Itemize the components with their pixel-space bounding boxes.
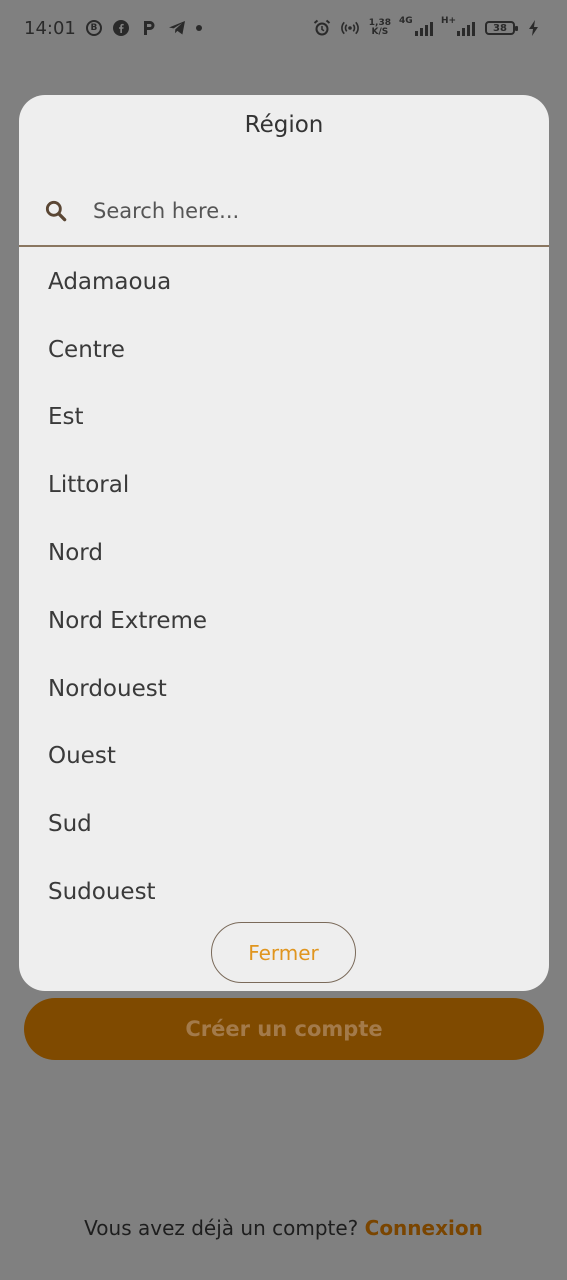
region-item-nordouest[interactable]: Nordouest <box>19 655 549 723</box>
facebook-icon <box>112 19 130 37</box>
search-icon <box>45 200 67 222</box>
hotspot-icon <box>340 19 359 37</box>
region-item-littoral[interactable]: Littoral <box>19 451 549 519</box>
signal-4g-label: 4G <box>399 16 413 26</box>
region-item-sudouest[interactable]: Sudouest <box>19 858 549 926</box>
network-speed-unit: K/S <box>371 27 389 37</box>
dialog-title: Région <box>244 112 324 138</box>
region-item-adamaoua[interactable]: Adamaoua <box>19 248 549 316</box>
status-bar: 14:01 B 1,38 K/S 4G H+ 38 <box>0 0 567 56</box>
region-item-nord-extreme[interactable]: Nord Extreme <box>19 587 549 655</box>
search-bar <box>19 177 549 247</box>
region-item-nord[interactable]: Nord <box>19 519 549 587</box>
status-right: 1,38 K/S 4G H+ 38 <box>313 16 543 37</box>
status-time: 14:01 <box>24 17 76 39</box>
region-list: Adamaoua Centre Est Littoral Nord Nord E… <box>19 248 549 926</box>
region-item-sud[interactable]: Sud <box>19 790 549 858</box>
signal-4g-icon: 4G <box>399 16 433 36</box>
alarm-icon <box>313 19 331 37</box>
battery-icon: 38 <box>485 21 518 35</box>
p-icon <box>140 19 158 37</box>
charging-icon <box>525 19 543 37</box>
login-link[interactable]: Connexion <box>365 1216 483 1240</box>
close-button[interactable]: Fermer <box>211 922 356 983</box>
region-picker-dialog: Région Adamaoua Centre Est Littoral Nord… <box>19 95 549 991</box>
region-item-centre[interactable]: Centre <box>19 316 549 384</box>
network-speed: 1,38 K/S <box>369 19 391 37</box>
signal-hplus-label: H+ <box>441 16 457 26</box>
login-prompt-row: Vous avez déjà un compte? Connexion <box>0 1216 567 1240</box>
search-input[interactable] <box>91 198 515 224</box>
status-left: 14:01 B <box>24 18 202 39</box>
dot-icon <box>195 25 202 31</box>
signal-hplus-icon: H+ <box>441 16 475 36</box>
b-circle-icon: B <box>85 20 102 36</box>
login-prompt-text: Vous avez déjà un compte? <box>84 1216 359 1240</box>
create-account-button[interactable]: Créer un compte <box>24 998 544 1060</box>
region-item-ouest[interactable]: Ouest <box>19 723 549 791</box>
region-item-est[interactable]: Est <box>19 384 549 452</box>
telegram-icon <box>168 19 186 37</box>
